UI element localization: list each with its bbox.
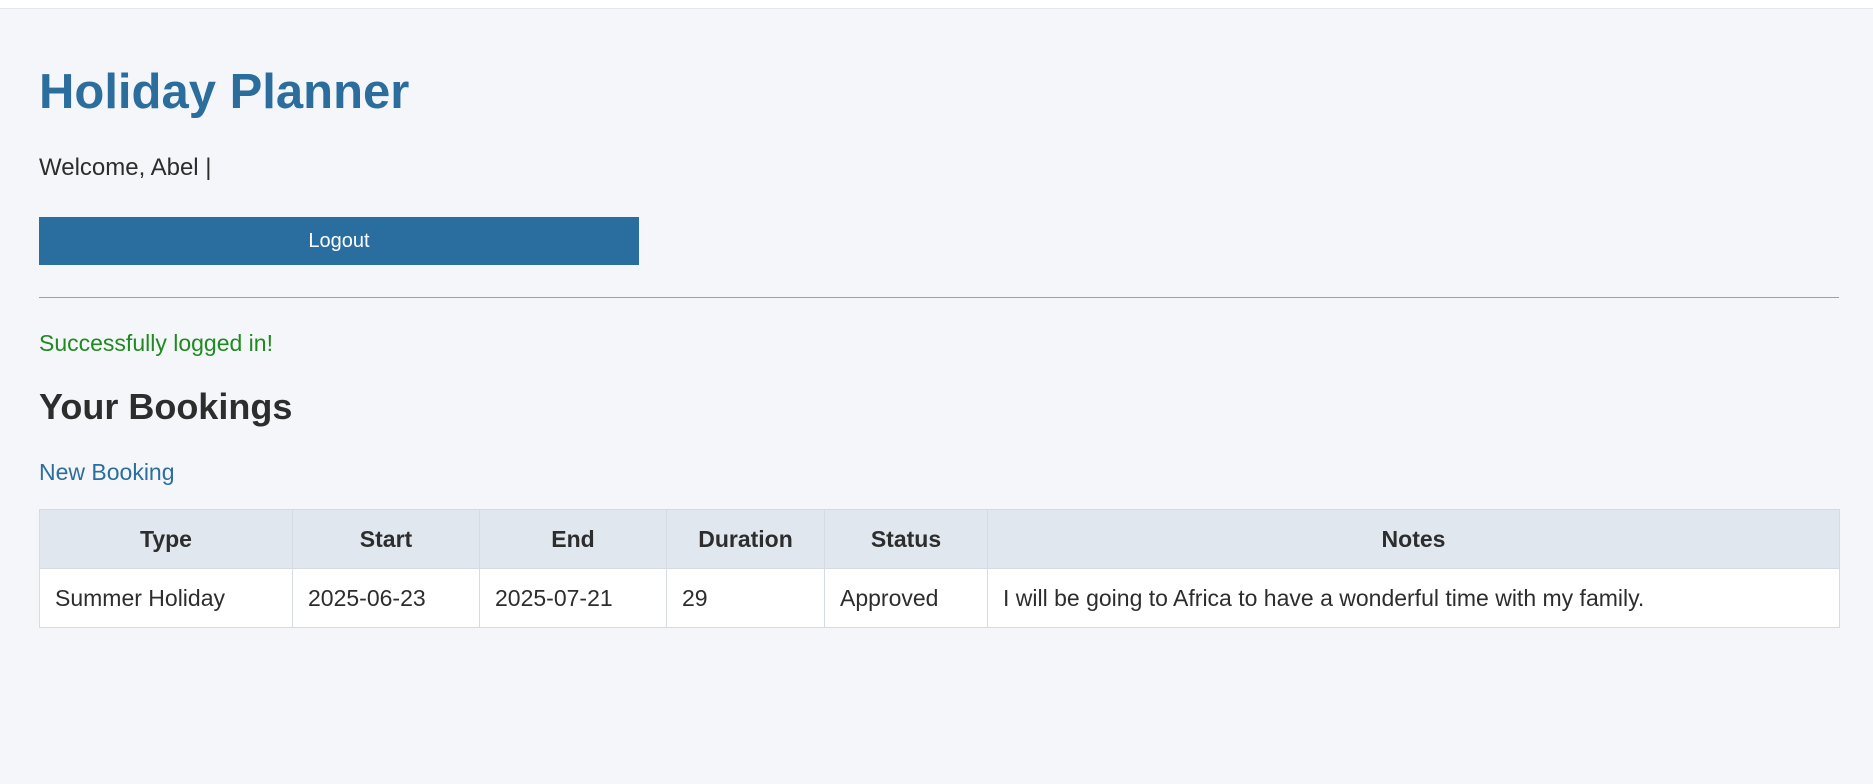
- flash-success-message: Successfully logged in!: [39, 330, 273, 356]
- divider: [39, 297, 1839, 298]
- column-header-start[interactable]: Start: [292, 509, 480, 569]
- logout-button[interactable]: Logout: [39, 217, 639, 265]
- cell-start: 2025-06-23: [292, 568, 480, 628]
- table-header-row: Type Start End Duration Status Notes: [39, 509, 1840, 569]
- cell-end: 2025-07-21: [479, 568, 667, 628]
- column-header-duration[interactable]: Duration: [666, 509, 825, 569]
- column-header-notes[interactable]: Notes: [987, 509, 1840, 569]
- app-title: Holiday Planner: [39, 65, 410, 119]
- table-row[interactable]: Summer Holiday 2025-06-23 2025-07-21 29 …: [39, 568, 1840, 628]
- column-header-type[interactable]: Type: [39, 509, 293, 569]
- bookings-table: Type Start End Duration Status Notes Sum…: [39, 509, 1840, 628]
- cell-duration: 29: [666, 568, 825, 628]
- cell-notes: I will be going to Africa to have a wond…: [987, 568, 1840, 628]
- welcome-message: Welcome, Abel |: [39, 154, 212, 181]
- cell-type: Summer Holiday: [39, 568, 293, 628]
- top-strip: [0, 0, 1873, 9]
- bookings-title: Your Bookings: [39, 386, 293, 427]
- column-header-status[interactable]: Status: [824, 509, 988, 569]
- column-header-end[interactable]: End: [479, 509, 667, 569]
- new-booking-link[interactable]: New Booking: [39, 461, 175, 484]
- cell-status: Approved: [824, 568, 988, 628]
